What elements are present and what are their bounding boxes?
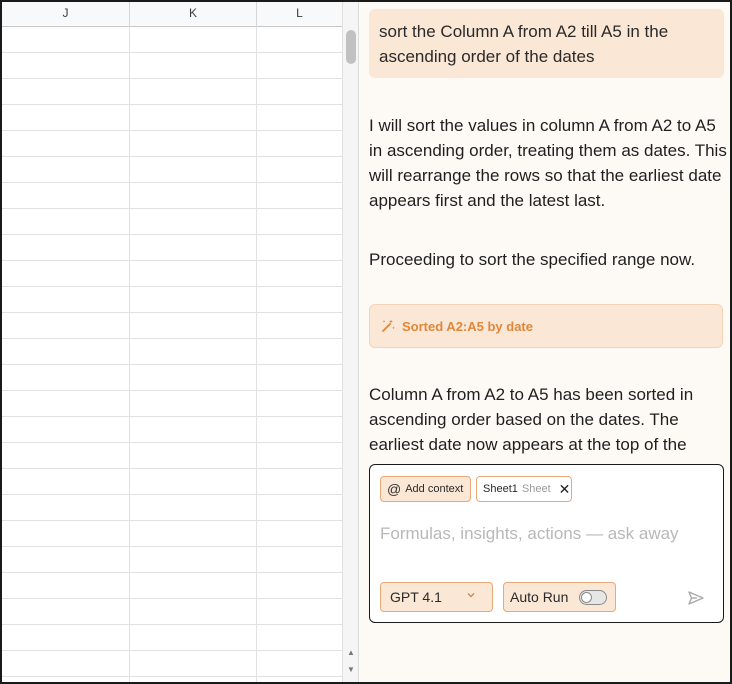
scroll-up-arrow-icon[interactable]: ▲	[343, 645, 359, 661]
auto-run-label: Auto Run	[510, 589, 569, 605]
message-composer: @ Add context Sheet1 Sheet ✕ GPT 4.1 Aut…	[369, 464, 724, 623]
assistant-message-result: Column A from A2 to A5 has been sorted i…	[369, 385, 694, 454]
app-window: J K L ▲ ▼ sort the Column A from A2 till…	[0, 0, 732, 684]
send-icon[interactable]	[686, 588, 706, 608]
scrollbar-thumb[interactable]	[346, 30, 356, 64]
context-chip-name: Sheet1	[483, 483, 518, 495]
assistant-panel: sort the Column A from A2 till A5 in the…	[359, 2, 730, 682]
column-header-l[interactable]: L	[257, 2, 342, 27]
assistant-message-intro: I will sort the values in column A from …	[369, 116, 727, 210]
at-icon: @	[387, 481, 402, 497]
assistant-message-proceed: Proceeding to sort the specified range n…	[369, 250, 696, 269]
auto-run-toggle[interactable]	[579, 590, 607, 605]
model-select-dropdown[interactable]: GPT 4.1	[380, 582, 493, 612]
auto-run-control[interactable]: Auto Run	[503, 582, 616, 612]
column-header-j[interactable]: J	[2, 2, 130, 27]
model-select-value: GPT 4.1	[390, 589, 442, 605]
column-header-row: J K L	[2, 2, 342, 27]
close-icon[interactable]: ✕	[559, 481, 571, 498]
spreadsheet-grid-area: J K L ▲ ▼	[2, 2, 358, 682]
column-header-k[interactable]: K	[130, 2, 257, 27]
chevron-down-icon	[466, 590, 476, 603]
action-result-label: Sorted A2:A5 by date	[402, 318, 533, 334]
context-chip-sheet1[interactable]: Sheet1 Sheet ✕	[476, 476, 572, 502]
user-message-bubble: sort the Column A from A2 till A5 in the…	[369, 9, 724, 78]
scroll-down-arrow-icon[interactable]: ▼	[343, 662, 359, 678]
prompt-input[interactable]	[380, 521, 710, 547]
action-result-card[interactable]: Sorted A2:A5 by date	[369, 304, 723, 348]
add-context-label: Add context	[405, 483, 464, 495]
add-context-button[interactable]: @ Add context	[380, 476, 471, 502]
magic-wand-icon	[380, 318, 396, 334]
cell-grid[interactable]	[2, 27, 342, 682]
context-chip-type: Sheet	[521, 483, 551, 495]
vertical-scrollbar[interactable]: ▲ ▼	[342, 2, 358, 682]
toggle-knob	[581, 592, 592, 603]
